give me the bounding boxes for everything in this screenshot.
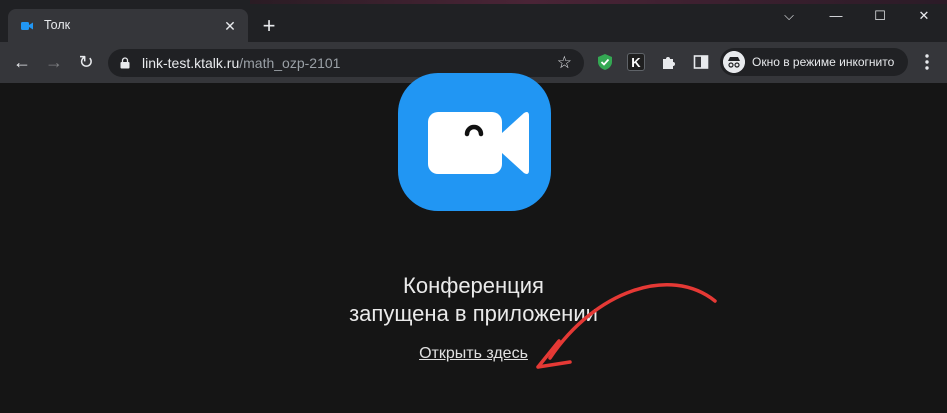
k-extension-icon[interactable]: K xyxy=(627,53,645,71)
tab-strip: Толк ✕ + ⌵ — ☐ ✕ xyxy=(0,0,947,42)
url-text[interactable]: link-test.ktalk.ru/math_ozp-2101 xyxy=(142,55,340,71)
heading-line-2: запущена в приложении xyxy=(349,301,598,326)
reload-button[interactable]: ↻ xyxy=(74,50,98,74)
tab-close-icon[interactable]: ✕ xyxy=(222,18,238,34)
url-path: /math_ozp-2101 xyxy=(239,55,341,71)
page-content: Конференция запущена в приложении Открыт… xyxy=(0,73,947,413)
maximize-button[interactable]: ☐ xyxy=(868,6,892,26)
more-menu-icon[interactable] xyxy=(924,53,930,71)
app-logo xyxy=(398,73,551,211)
active-tab[interactable]: Толк ✕ xyxy=(8,9,248,42)
annotation-arrow-icon xyxy=(536,283,717,369)
back-button[interactable]: ← xyxy=(10,50,34,74)
heading-line-1: Конференция xyxy=(403,273,544,298)
new-tab-button[interactable]: + xyxy=(259,15,279,37)
puzzle-extensions-icon[interactable] xyxy=(660,53,678,71)
url-host: link-test.ktalk.ru xyxy=(142,55,240,71)
incognito-label: Окно в режиме инкогнито xyxy=(752,55,895,69)
video-camera-icon xyxy=(428,112,529,174)
status-heading: Конференция запущена в приложении xyxy=(0,272,947,328)
video-camera-icon xyxy=(21,22,33,30)
title-bar-accent xyxy=(250,0,947,4)
open-here-link-wrapper: Открыть здесь xyxy=(0,345,947,363)
shield-extension-icon[interactable] xyxy=(596,53,614,71)
close-window-button[interactable]: ✕ xyxy=(912,6,936,26)
tab-search-chevron-icon[interactable]: ⌵ xyxy=(777,6,801,26)
tab-title: Толк xyxy=(44,18,71,32)
forward-button[interactable]: → xyxy=(42,50,66,74)
bookmark-star-icon[interactable]: ☆ xyxy=(557,53,572,73)
incognito-indicator[interactable]: Окно в режиме инкогнито xyxy=(720,48,908,76)
minimize-button[interactable]: — xyxy=(824,6,848,26)
lock-icon[interactable] xyxy=(120,57,130,69)
side-panel-icon[interactable] xyxy=(692,53,710,71)
incognito-icon xyxy=(723,51,745,73)
